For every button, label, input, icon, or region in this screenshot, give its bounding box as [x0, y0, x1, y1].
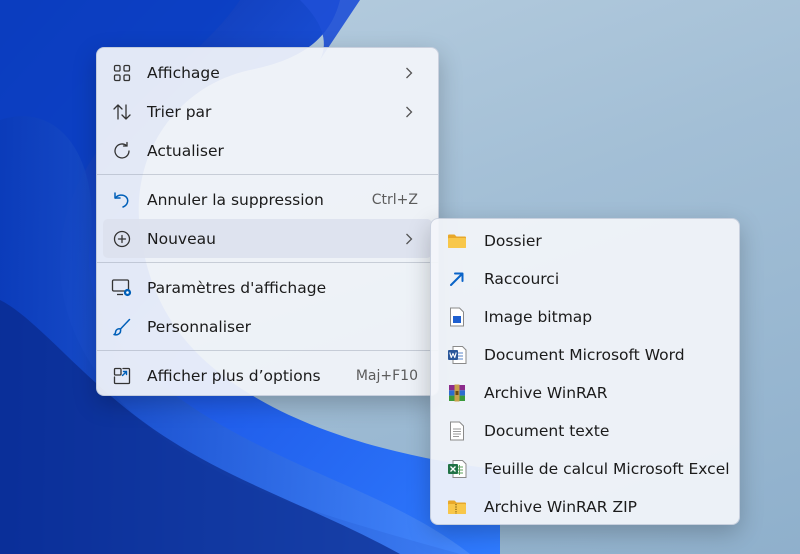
submenu-item-label: Archive WinRAR: [484, 384, 608, 402]
menu-item-label: Paramètres d'affichage: [147, 278, 327, 297]
word-document-icon: [447, 345, 467, 365]
submenu-item-archive-winrar[interactable]: Archive WinRAR: [437, 374, 733, 412]
submenu-item-label: Document Microsoft Word: [484, 346, 685, 364]
submenu-item-label: Document texte: [484, 422, 610, 440]
undo-icon: [111, 189, 133, 211]
menu-item-personnaliser[interactable]: Personnaliser: [103, 307, 432, 346]
excel-sheet-icon: [447, 459, 467, 479]
submenu-item-label: Archive WinRAR ZIP: [484, 498, 638, 516]
desktop-context-menu: Affichage Trier par Actualiser Annuler l…: [96, 47, 439, 396]
menu-item-label: Annuler la suppression: [147, 190, 324, 209]
menu-item-annuler-suppression[interactable]: Annuler la suppression Ctrl+Z: [103, 180, 432, 219]
menu-item-actualiser[interactable]: Actualiser: [103, 131, 432, 170]
chevron-right-icon: [402, 66, 416, 80]
zip-folder-icon: [447, 497, 467, 517]
winrar-archive-icon: [447, 383, 467, 403]
submenu-item-feuille-excel[interactable]: Feuille de calcul Microsoft Excel: [437, 450, 733, 488]
brush-icon: [111, 316, 133, 338]
menu-item-label: Affichage: [147, 63, 220, 82]
submenu-item-archive-winrar-zip[interactable]: Archive WinRAR ZIP: [437, 488, 733, 526]
menu-separator: [97, 262, 438, 263]
submenu-item-label: Dossier: [484, 232, 542, 250]
shortcut-label: Maj+F10: [355, 367, 418, 384]
grid-view-icon: [111, 62, 133, 84]
menu-item-affichage[interactable]: Affichage: [103, 53, 432, 92]
menu-item-parametres-affichage[interactable]: Paramètres d'affichage: [103, 268, 432, 307]
submenu-item-label: Feuille de calcul Microsoft Excel: [484, 460, 730, 478]
submenu-item-dossier[interactable]: Dossier: [437, 222, 733, 260]
menu-item-label: Trier par: [147, 102, 212, 121]
shortcut-label: Ctrl+Z: [371, 191, 418, 208]
chevron-right-icon: [402, 105, 416, 119]
submenu-item-raccourci[interactable]: Raccourci: [437, 260, 733, 298]
more-options-icon: [111, 365, 133, 387]
submenu-item-document-word[interactable]: Document Microsoft Word: [437, 336, 733, 374]
menu-item-nouveau[interactable]: Nouveau: [103, 219, 432, 258]
menu-item-label: Nouveau: [147, 229, 216, 248]
text-document-icon: [447, 421, 467, 441]
folder-icon: [447, 231, 467, 251]
submenu-item-label: Image bitmap: [484, 308, 593, 326]
menu-item-label: Personnaliser: [147, 317, 252, 336]
submenu-item-document-texte[interactable]: Document texte: [437, 412, 733, 450]
new-submenu: Dossier Raccourci Image bitmap Document …: [430, 218, 740, 525]
bitmap-file-icon: [447, 307, 467, 327]
refresh-icon: [111, 140, 133, 162]
menu-separator: [97, 350, 438, 351]
sort-arrows-icon: [111, 101, 133, 123]
submenu-item-label: Raccourci: [484, 270, 560, 288]
display-settings-icon: [111, 277, 133, 299]
submenu-item-image-bitmap[interactable]: Image bitmap: [437, 298, 733, 336]
menu-item-label: Afficher plus d’options: [147, 366, 321, 385]
menu-separator: [97, 174, 438, 175]
menu-item-afficher-plus-options[interactable]: Afficher plus d’options Maj+F10: [103, 356, 432, 395]
shortcut-arrow-icon: [447, 269, 467, 289]
add-circle-icon: [111, 228, 133, 250]
chevron-right-icon: [402, 232, 416, 246]
menu-item-label: Actualiser: [147, 141, 224, 160]
menu-item-trier-par[interactable]: Trier par: [103, 92, 432, 131]
